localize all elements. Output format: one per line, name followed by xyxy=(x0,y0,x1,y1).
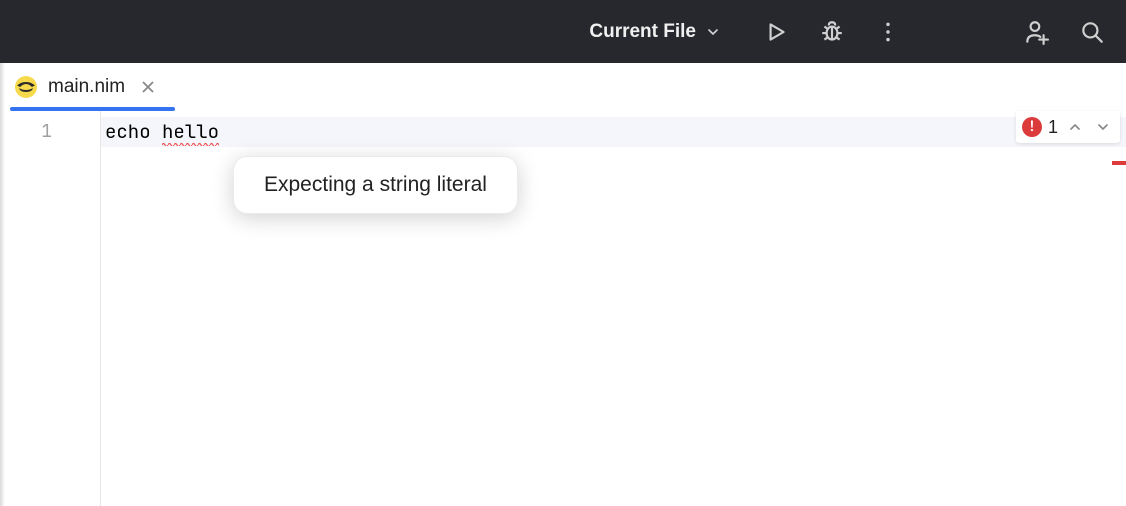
tooltip-message: Expecting a string literal xyxy=(264,173,487,196)
line-number-gutter: 1 xyxy=(0,111,100,506)
chevron-down-icon xyxy=(704,23,722,41)
code-with-me-button[interactable] xyxy=(1022,18,1050,46)
top-toolbar: Current File xyxy=(0,0,1126,63)
code-editor[interactable]: 1 echo hello Expecting a string literal … xyxy=(0,111,1126,506)
error-icon: ! xyxy=(1022,117,1042,137)
toolbar-run-group xyxy=(762,18,902,46)
error-count: 1 xyxy=(1048,117,1058,138)
error-tooltip: Expecting a string literal xyxy=(233,156,518,214)
next-highlight-button[interactable] xyxy=(1092,116,1114,138)
code-line-1[interactable]: echo hello xyxy=(101,117,1126,147)
run-button[interactable] xyxy=(762,18,790,46)
tab-filename: main.nim xyxy=(48,76,125,98)
run-configuration-selector[interactable]: Current File xyxy=(579,15,732,49)
inspection-widget[interactable]: ! 1 xyxy=(1016,111,1120,143)
prev-highlight-button[interactable] xyxy=(1064,116,1086,138)
editor-tab-bar: main.nim xyxy=(0,63,1126,111)
debug-button[interactable] xyxy=(818,18,846,46)
run-config-label: Current File xyxy=(589,21,696,43)
toolbar-right-group xyxy=(1022,18,1106,46)
close-tab-button[interactable] xyxy=(139,78,157,96)
search-everywhere-button[interactable] xyxy=(1078,18,1106,46)
editor-tab-main-nim[interactable]: main.nim xyxy=(6,63,169,110)
more-actions-button[interactable] xyxy=(874,18,902,46)
code-area[interactable]: echo hello Expecting a string literal ! … xyxy=(100,111,1126,506)
code-token-echo: echo xyxy=(105,119,162,144)
line-number: 1 xyxy=(0,117,52,147)
error-stripe-marker[interactable] xyxy=(1112,161,1126,165)
code-token-hello-error: hello xyxy=(162,119,219,148)
left-shadow xyxy=(0,63,5,506)
nim-file-icon xyxy=(14,75,38,99)
